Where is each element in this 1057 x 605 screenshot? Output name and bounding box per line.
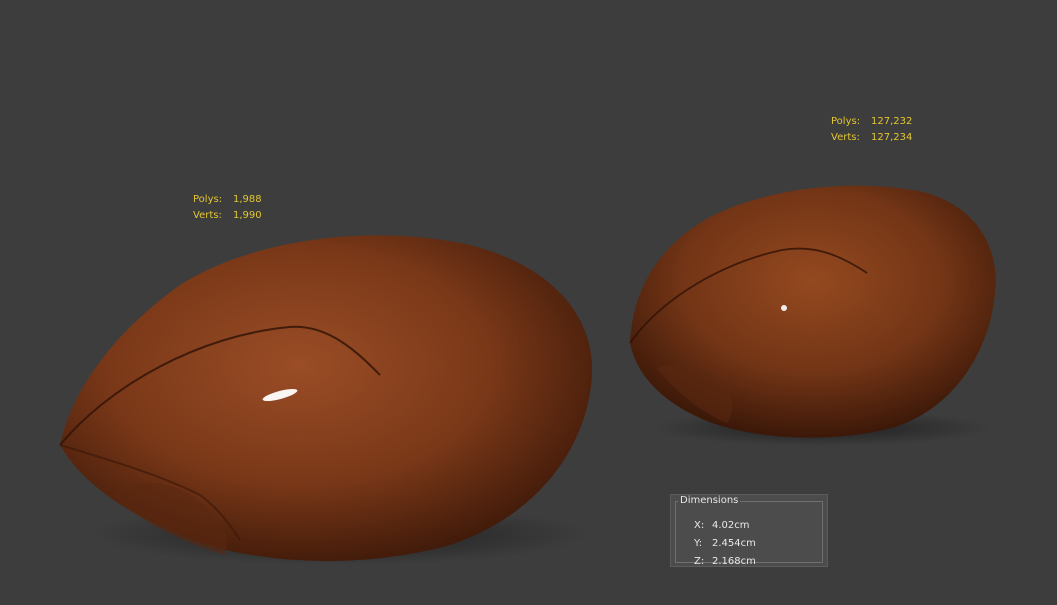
dimensions-panel: X: 4.02cm Y: 2.454cm Z: 2.168cm Dimensio… <box>670 494 828 567</box>
verts-value: 127,234 <box>871 132 913 143</box>
dimensions-group: X: 4.02cm Y: 2.454cm Z: 2.168cm <box>675 501 823 567</box>
3d-viewport[interactable]: Polys: 1,988 Verts: 1,990 Polys: 127,232… <box>0 0 1057 605</box>
verts-value: 1,990 <box>233 210 262 221</box>
polys-label: Polys: <box>831 116 861 127</box>
dimensions-list: X: 4.02cm Y: 2.454cm Z: 2.168cm <box>694 517 756 571</box>
low-poly-pecan-model <box>59 235 593 565</box>
polys-value: 127,232 <box>871 116 913 127</box>
verts-label: Verts: <box>831 132 860 143</box>
x-value: 4.02cm <box>712 520 750 531</box>
right-model-stats: Polys: 127,232 Verts: 127,234 <box>831 114 912 146</box>
dimensions-title: Dimensions <box>678 495 741 507</box>
dimension-z-row: Z: 2.168cm <box>694 553 756 571</box>
x-label: X: <box>694 520 705 531</box>
high-poly-pecan-model <box>629 185 996 446</box>
verts-label: Verts: <box>193 210 222 221</box>
y-label: Y: <box>694 538 703 549</box>
dimension-y-row: Y: 2.454cm <box>694 535 756 553</box>
dimension-x-row: X: 4.02cm <box>694 517 756 535</box>
polys-label: Polys: <box>193 194 223 205</box>
z-value: 2.168cm <box>712 556 756 567</box>
z-label: Z: <box>694 556 705 567</box>
y-value: 2.454cm <box>712 538 756 549</box>
polys-value: 1,988 <box>233 194 262 205</box>
left-model-stats: Polys: 1,988 Verts: 1,990 <box>193 192 262 224</box>
